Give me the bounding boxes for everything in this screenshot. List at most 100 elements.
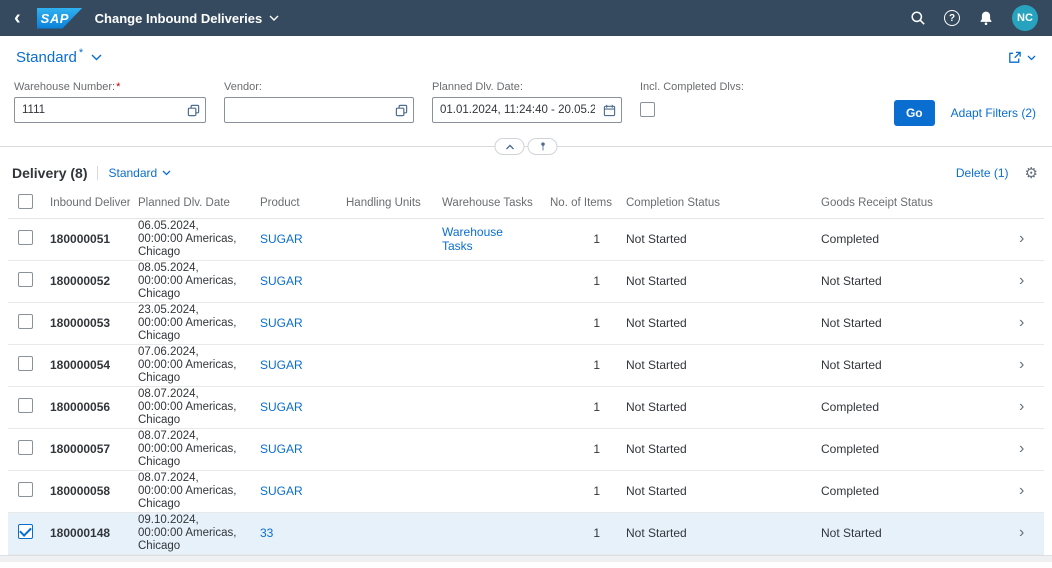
row-checkbox-cell: [8, 428, 42, 471]
row-checkbox[interactable]: [18, 440, 33, 455]
completion-status-cell: Not Started: [618, 386, 813, 429]
table-row[interactable]: 180000148 09.10.2024, 00:00:00 Americas, …: [8, 512, 1044, 555]
no-of-items-cell: 1: [542, 218, 618, 261]
table-row[interactable]: 180000057 08.07.2024, 00:00:00 Americas, …: [8, 428, 1044, 471]
column-header-handling-units[interactable]: Handling Units: [338, 189, 434, 219]
table-title: Delivery (8): [12, 165, 88, 181]
row-checkbox[interactable]: [18, 482, 33, 497]
table-actions: Delete (1) ⚙: [956, 166, 1038, 181]
row-navigation-chevron-icon[interactable]: ›: [1019, 356, 1024, 373]
goods-receipt-status-cell: Not Started: [813, 260, 1011, 303]
product-link[interactable]: SUGAR: [260, 274, 303, 288]
vendor-input[interactable]: [225, 104, 389, 116]
delivery-table-container: Inbound Delivery Planned Dlv. Date Product…: [0, 189, 1052, 555]
warehouse-tasks-link[interactable]: Warehouse Tasks: [442, 225, 503, 253]
no-of-items-cell: 1: [542, 260, 618, 303]
adapt-filters-link[interactable]: Adapt Filters (2): [951, 106, 1036, 120]
column-header-completion-status[interactable]: Completion Status: [618, 189, 813, 219]
row-checkbox[interactable]: [18, 272, 33, 287]
planned-dlv-date-text: 09.10.2024, 00:00:00 Americas, Chicago: [138, 513, 237, 552]
goods-receipt-status-text: Not Started: [821, 274, 882, 288]
horizontal-scrollbar-track[interactable]: [0, 554, 1052, 562]
row-checkbox-cell: [8, 512, 42, 555]
table-row[interactable]: 180000053 23.05.2024, 00:00:00 Americas, …: [8, 302, 1044, 345]
inbound-delivery-text: 180000056: [50, 400, 111, 414]
planned-dlv-date-text: 07.06.2024, 00:00:00 Americas, Chicago: [138, 345, 237, 384]
handling-units-cell: [338, 344, 434, 387]
product-link[interactable]: SUGAR: [260, 316, 303, 330]
warehouse-number-input[interactable]: [15, 104, 181, 116]
product-link[interactable]: SUGAR: [260, 484, 303, 498]
back-icon[interactable]: ‹: [10, 8, 25, 28]
incl-completed-checkbox[interactable]: [640, 102, 655, 117]
product-cell: 33: [252, 512, 338, 555]
goods-receipt-status-cell: Not Started: [813, 302, 1011, 345]
product-link[interactable]: 33: [260, 526, 273, 540]
go-button[interactable]: Go: [893, 100, 935, 126]
date-picker-icon[interactable]: [597, 98, 621, 122]
row-checkbox[interactable]: [18, 398, 33, 413]
product-link[interactable]: SUGAR: [260, 442, 303, 456]
app-title-menu[interactable]: Change Inbound Deliveries: [95, 11, 280, 26]
page-header: Standard *: [0, 36, 1052, 75]
table-settings-gear-icon[interactable]: ⚙: [1025, 166, 1038, 181]
row-checkbox[interactable]: [18, 356, 33, 371]
row-navigation-chevron-icon[interactable]: ›: [1019, 272, 1024, 289]
value-help-icon[interactable]: [389, 98, 413, 122]
delivery-table-body: 180000051 06.05.2024, 00:00:00 Americas, …: [8, 218, 1044, 555]
row-navigation-chevron-icon[interactable]: ›: [1019, 524, 1024, 541]
no-of-items-cell: 1: [542, 302, 618, 345]
row-navigation-chevron-icon[interactable]: ›: [1019, 440, 1024, 457]
search-icon[interactable]: [910, 10, 926, 26]
inbound-delivery-text: 180000148: [50, 526, 111, 540]
column-header-planned-dlv-date[interactable]: Planned Dlv. Date: [130, 189, 252, 219]
row-checkbox[interactable]: [18, 230, 33, 245]
table-row[interactable]: 180000054 07.06.2024, 00:00:00 Americas, …: [8, 344, 1044, 387]
row-navigation-chevron-icon[interactable]: ›: [1019, 230, 1024, 247]
planned-dlv-date-input[interactable]: [433, 104, 597, 116]
table-row[interactable]: 180000058 08.07.2024, 00:00:00 Americas, …: [8, 470, 1044, 513]
pin-header-icon[interactable]: [527, 138, 558, 155]
column-header-goods-receipt-status[interactable]: Goods Receipt Status: [813, 189, 1011, 219]
share-menu[interactable]: [1007, 50, 1036, 65]
help-icon[interactable]: ?: [944, 10, 960, 26]
variant-dirty-marker: *: [78, 47, 84, 59]
table-row[interactable]: 180000052 08.05.2024, 00:00:00 Americas, …: [8, 260, 1044, 303]
row-navigation-cell: ›: [1011, 470, 1044, 513]
inbound-delivery-cell: 180000054: [42, 344, 130, 387]
delete-button[interactable]: Delete (1): [956, 166, 1009, 180]
product-link[interactable]: SUGAR: [260, 358, 303, 372]
goods-receipt-status-text: Not Started: [821, 358, 882, 372]
table-row[interactable]: 180000051 06.05.2024, 00:00:00 Americas, …: [8, 218, 1044, 261]
column-header-product[interactable]: Product: [252, 189, 338, 219]
product-link[interactable]: SUGAR: [260, 232, 303, 246]
goods-receipt-status-cell: Completed: [813, 218, 1011, 261]
table-variant-selector[interactable]: Standard: [108, 166, 171, 180]
sap-logo[interactable]: SAP: [36, 7, 83, 29]
value-help-icon[interactable]: [181, 98, 205, 122]
completion-status-cell: Not Started: [618, 302, 813, 345]
column-header-warehouse-tasks[interactable]: Warehouse Tasks: [434, 189, 542, 219]
handling-units-cell: [338, 512, 434, 555]
select-all-checkbox[interactable]: [18, 194, 33, 210]
filter-bar-controls: [494, 138, 558, 155]
inbound-delivery-text: 180000051: [50, 232, 111, 246]
variant-selector[interactable]: Standard *: [16, 47, 102, 66]
collapse-header-icon[interactable]: [494, 138, 525, 155]
row-navigation-cell: ›: [1011, 386, 1044, 429]
user-avatar[interactable]: NC: [1012, 5, 1038, 31]
notifications-bell-icon[interactable]: [978, 10, 994, 26]
row-checkbox[interactable]: [18, 524, 33, 539]
row-navigation-chevron-icon[interactable]: ›: [1019, 482, 1024, 499]
column-header-no-of-items[interactable]: No. of Items: [542, 189, 618, 219]
table-row[interactable]: 180000056 08.07.2024, 00:00:00 Americas, …: [8, 386, 1044, 429]
product-link[interactable]: SUGAR: [260, 400, 303, 414]
row-navigation-chevron-icon[interactable]: ›: [1019, 314, 1024, 331]
row-navigation-chevron-icon[interactable]: ›: [1019, 398, 1024, 415]
completion-status-cell: Not Started: [618, 512, 813, 555]
product-cell: SUGAR: [252, 470, 338, 513]
completion-status-cell: Not Started: [618, 428, 813, 471]
row-checkbox[interactable]: [18, 314, 33, 329]
column-header-inbound-delivery[interactable]: Inbound Delivery: [42, 189, 130, 219]
chevron-down-icon: [1027, 55, 1036, 60]
